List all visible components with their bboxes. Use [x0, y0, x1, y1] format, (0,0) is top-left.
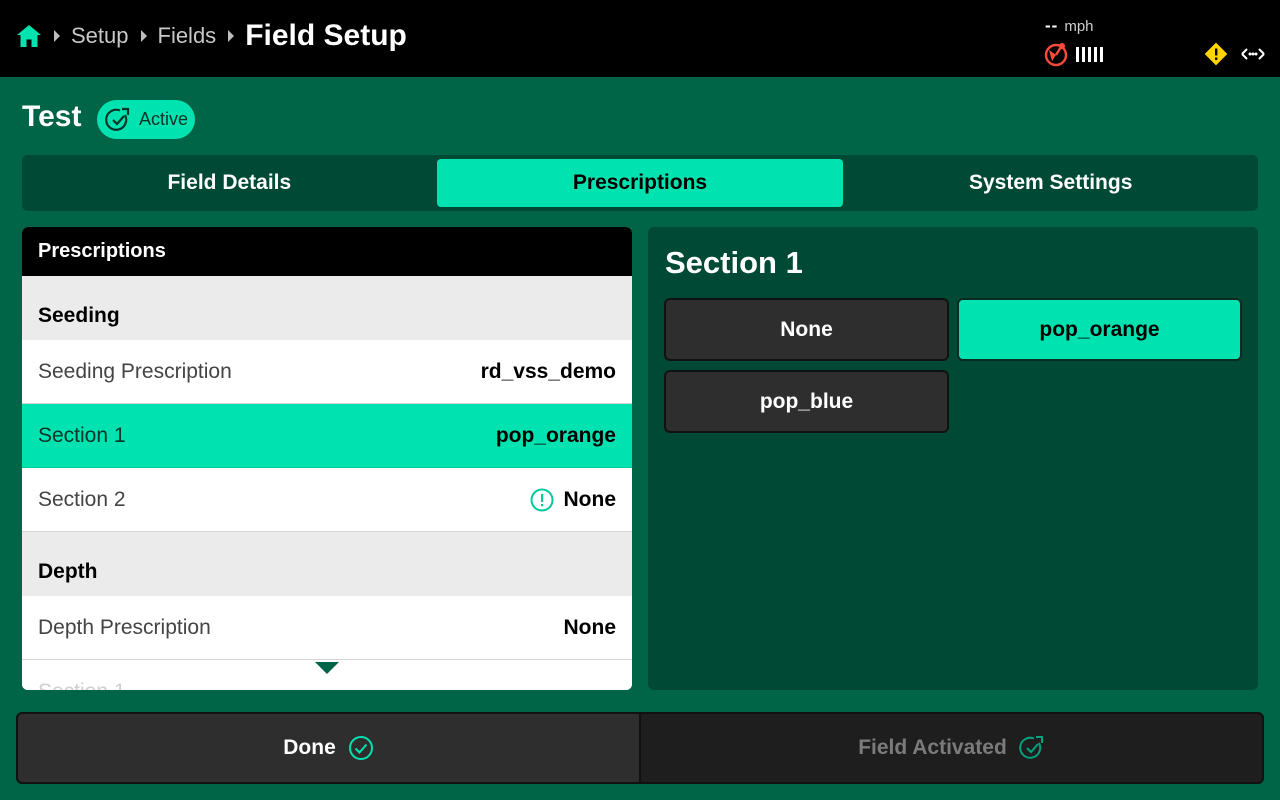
group-header-depth: Depth — [22, 532, 632, 596]
check-circle-icon — [348, 736, 373, 760]
field-activated-button[interactable]: Field Activated — [641, 714, 1262, 782]
list-item-value: None — [563, 487, 617, 511]
field-name: Test — [22, 100, 82, 133]
section-options-panel: Section 1 None pop_orange pop_blue — [648, 227, 1258, 690]
warning-icon[interactable] — [1204, 42, 1228, 66]
tab-field-details[interactable]: Field Details — [26, 159, 433, 207]
list-item-value: None — [563, 615, 617, 639]
active-check-icon — [105, 107, 130, 131]
field-activated-label: Field Activated — [858, 736, 1007, 759]
list-item-value: rd_vss_demo — [480, 359, 616, 383]
list-item-depth-prescription[interactable]: Depth Prescription None — [22, 596, 632, 660]
bottom-action-bar: Done Field Activated — [16, 712, 1264, 784]
list-item-label: Depth Prescription — [38, 615, 211, 639]
chevron-right-icon — [228, 30, 235, 42]
speed-readout: -- mph — [1045, 16, 1094, 36]
list-item-section-1[interactable]: Section 1 pop_orange — [22, 404, 632, 468]
tab-bar: Field Details Prescriptions System Setti… — [22, 155, 1258, 211]
signal-strength-icon — [1076, 47, 1103, 62]
section-title: Section 1 — [665, 245, 803, 280]
list-item-value-wrap: None — [530, 487, 617, 512]
top-bar: Setup Fields Field Setup -- mph — [0, 0, 1280, 77]
prescriptions-panel: Prescriptions Seeding Seeding Prescripti… — [22, 227, 632, 690]
list-item-section-2[interactable]: Section 2 None — [22, 468, 632, 532]
status-area: -- mph — [1044, 12, 1280, 72]
status-badge: Active — [97, 100, 195, 139]
breadcrumb: Setup Fields Field Setup — [16, 18, 407, 54]
gps-signal-icon[interactable] — [1044, 41, 1068, 67]
tab-prescriptions[interactable]: Prescriptions — [436, 159, 844, 207]
tab-system-settings[interactable]: System Settings — [847, 159, 1254, 207]
done-button-label: Done — [283, 736, 336, 759]
list-item-seeding-prescription[interactable]: Seeding Prescription rd_vss_demo — [22, 340, 632, 404]
speed-value: -- — [1045, 16, 1059, 35]
status-badge-label: Active — [139, 109, 189, 129]
option-pop-orange-button[interactable]: pop_orange — [957, 298, 1242, 361]
page-title: Field Setup — [245, 19, 407, 52]
activated-check-icon — [1019, 736, 1043, 759]
list-item-label: Section 1 — [38, 423, 126, 447]
speed-unit: mph — [1064, 17, 1094, 35]
list-item-value: pop_orange — [495, 423, 616, 447]
group-header-seeding: Seeding — [22, 276, 632, 340]
breadcrumb-setup[interactable]: Setup — [71, 23, 129, 49]
option-none-button[interactable]: None — [664, 298, 949, 361]
alert-circle-icon — [530, 488, 553, 511]
done-button[interactable]: Done — [18, 714, 639, 782]
panel-title: Prescriptions — [22, 227, 632, 276]
list-item-label: Section 2 — [38, 487, 126, 511]
list-item-label: Seeding Prescription — [38, 359, 232, 383]
list-item-label: Section 1 — [38, 680, 126, 691]
chevron-right-icon — [140, 30, 147, 42]
connection-arrows-icon[interactable] — [1240, 44, 1266, 64]
scroll-down-indicator-icon[interactable] — [315, 662, 339, 674]
chevron-right-icon — [54, 30, 60, 42]
breadcrumb-fields[interactable]: Fields — [158, 23, 217, 49]
option-pop-blue-button[interactable]: pop_blue — [664, 370, 949, 433]
home-icon[interactable] — [16, 23, 42, 49]
